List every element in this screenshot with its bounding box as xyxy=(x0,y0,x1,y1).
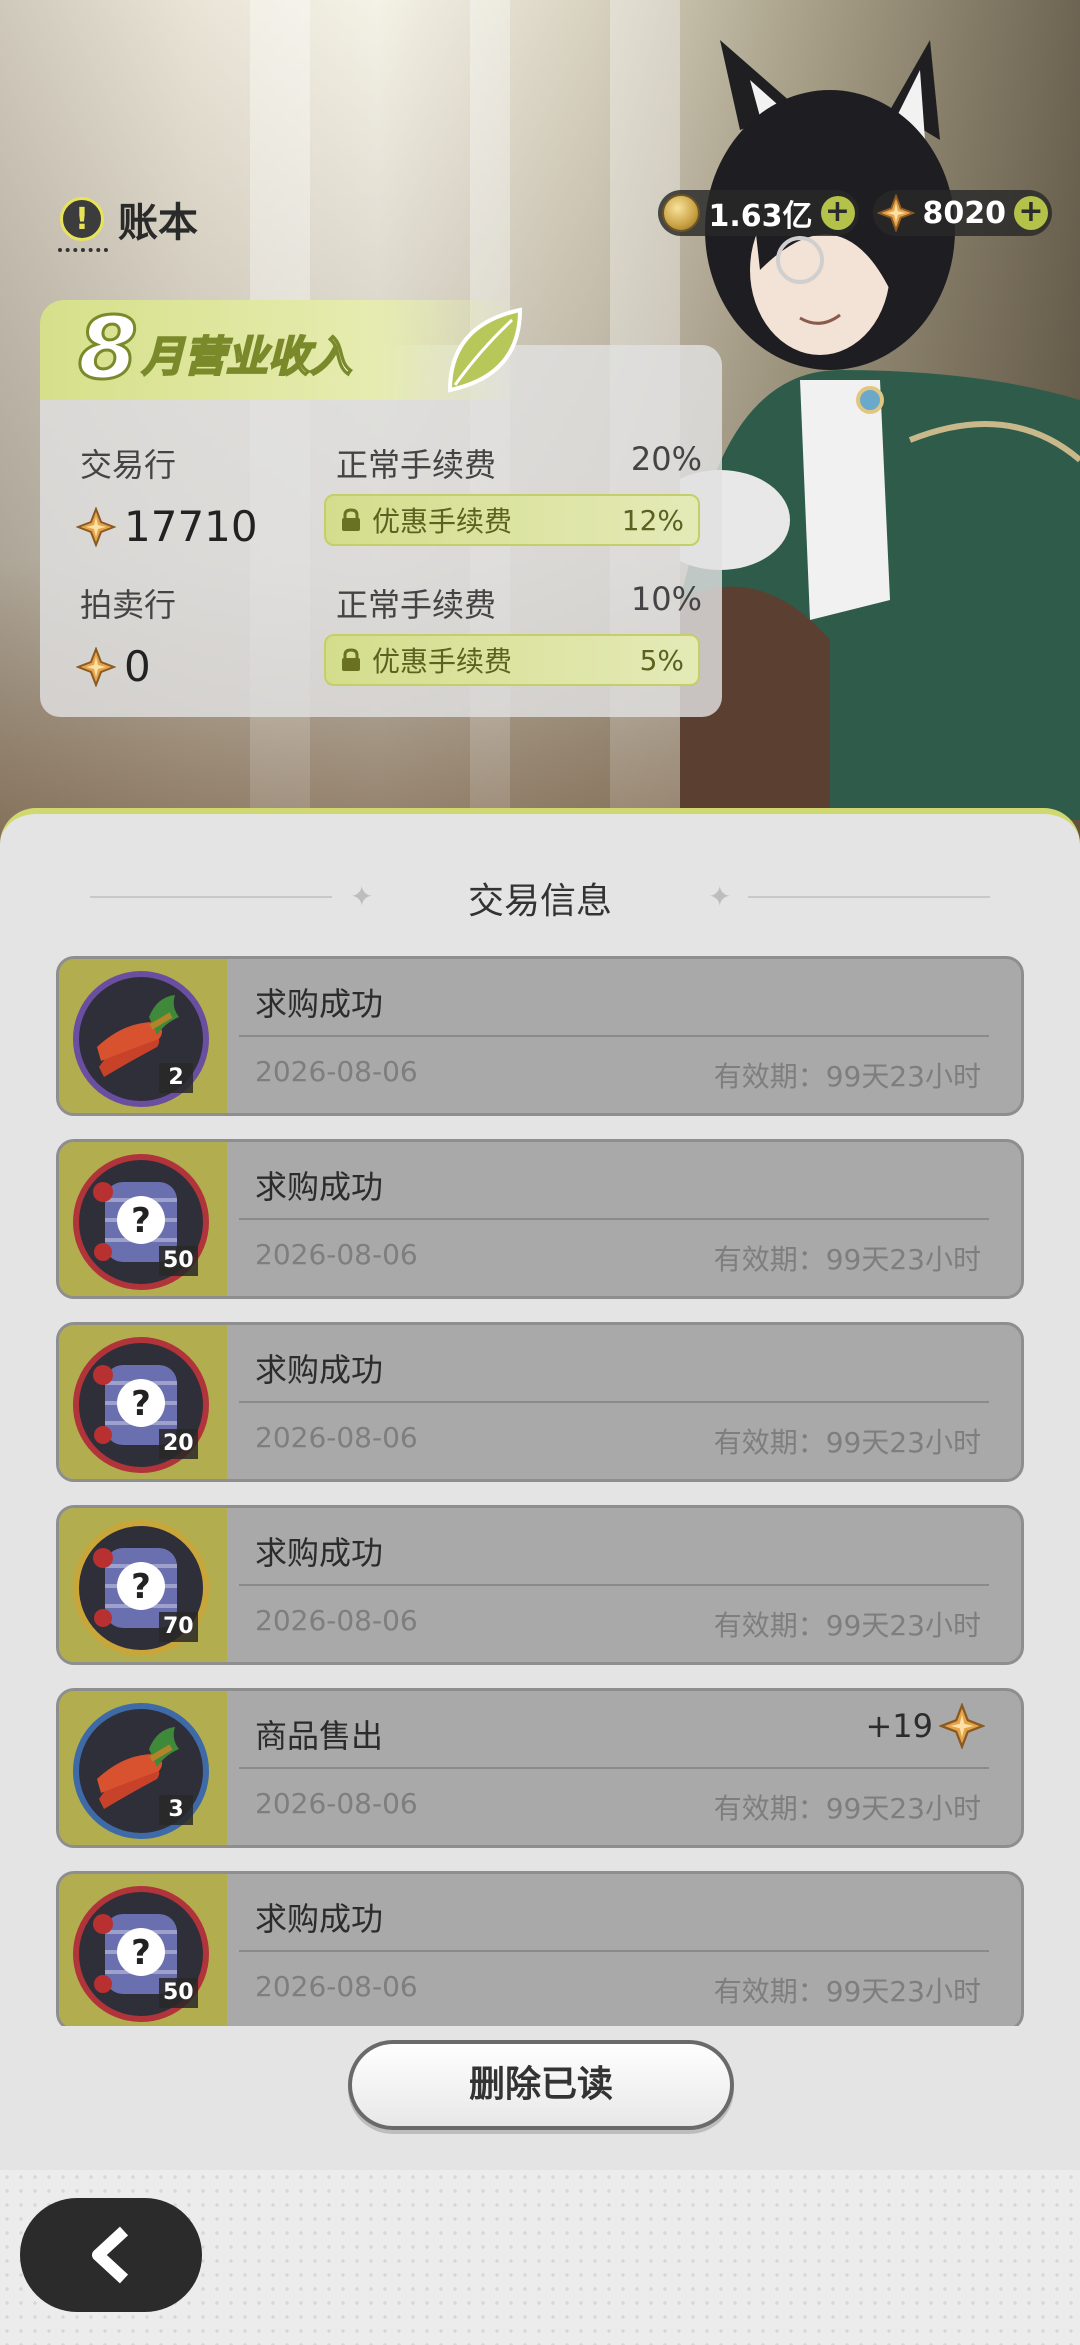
market-name: 拍卖行 xyxy=(80,586,177,624)
add-gold-button[interactable]: + xyxy=(820,196,855,230)
gem-amount: 8020 xyxy=(922,195,1007,231)
item-icon-area: 3 xyxy=(59,1691,227,1845)
discount-fee-value: 5% xyxy=(639,643,684,677)
item-date: 2026-08-06 xyxy=(255,1604,418,1637)
transaction-item-5[interactable]: 3 商品售出 2026-08-06 有效期：99天23小时 +19 xyxy=(56,1688,1024,1848)
item-count: 3 xyxy=(159,1795,193,1825)
item-expiry: 有效期：99天23小时 xyxy=(713,1792,981,1825)
item-date: 2026-08-06 xyxy=(255,1970,418,2003)
discount-fee-value: 12% xyxy=(621,503,684,537)
currency-bar: 1.63亿 + 8020 + xyxy=(658,190,1052,236)
gold-coin-icon xyxy=(662,194,701,232)
item-divider xyxy=(239,1401,989,1403)
transaction-item-1[interactable]: 2 求购成功 2026-08-06 有效期：99天23小时 xyxy=(56,956,1024,1116)
exclamation-icon: ! xyxy=(60,197,104,241)
gem-currency: 8020 + xyxy=(872,190,1052,236)
item-icon-area: ? 20 xyxy=(59,1325,227,1479)
item-reward: +19 xyxy=(865,1703,985,1749)
gold-currency: 1.63亿 + xyxy=(658,190,859,236)
reward-value: +19 xyxy=(865,1707,933,1745)
item-divider xyxy=(239,1584,989,1586)
svg-text:?: ? xyxy=(131,1384,151,1424)
item-expiry: 有效期：99天23小时 xyxy=(713,1609,981,1642)
item-divider xyxy=(239,1950,989,1952)
item-title: 求购成功 xyxy=(255,1351,384,1389)
chevron-left-icon xyxy=(92,2226,129,2284)
market-name: 交易行 xyxy=(80,446,177,484)
item-title: 求购成功 xyxy=(255,985,384,1023)
market-amount: 17710 xyxy=(76,502,258,551)
normal-fee-label: 正常手续费 xyxy=(336,446,497,484)
normal-fee-label: 正常手续费 xyxy=(336,586,497,624)
item-count: 50 xyxy=(159,1246,198,1276)
svg-text:?: ? xyxy=(131,1933,151,1973)
item-title: 商品售出 xyxy=(255,1717,384,1755)
transaction-item-4[interactable]: ? 70 求购成功 2026-08-06 有效期：99天23小时 xyxy=(56,1505,1024,1665)
page-header: ! 账本 xyxy=(60,190,198,248)
item-icon-area: ? 70 xyxy=(59,1508,227,1662)
lock-icon xyxy=(342,508,360,531)
item-expiry: 有效期：99天23小时 xyxy=(713,1243,981,1276)
sparkle-icon: ✦ xyxy=(708,880,732,913)
item-count: 20 xyxy=(159,1429,198,1459)
item-date: 2026-08-06 xyxy=(255,1055,418,1088)
back-button[interactable] xyxy=(20,2198,202,2312)
panel-title-row: ✦ 交易信息 ✦ xyxy=(0,866,1080,926)
panel-title: 交易信息 xyxy=(467,881,612,922)
transaction-item-6[interactable]: ? 50 求购成功 2026-08-06 有效期：99天23小时 xyxy=(56,1871,1024,2026)
star-gem-icon xyxy=(76,506,116,547)
delete-read-button[interactable]: 删除已读 xyxy=(348,2040,734,2130)
discount-fee-bar: 优惠手续费 5% xyxy=(324,634,700,686)
item-count: 70 xyxy=(159,1612,198,1642)
discount-fee-bar: 优惠手续费 12% xyxy=(324,494,700,546)
item-title: 求购成功 xyxy=(255,1900,384,1938)
normal-fee-value: 20% xyxy=(630,440,702,478)
normal-fee-value: 10% xyxy=(630,580,702,618)
discount-fee-label: 优惠手续费 xyxy=(372,505,513,538)
lock-icon xyxy=(342,648,360,671)
item-divider xyxy=(239,1767,989,1769)
gold-amount: 1.63亿 xyxy=(708,199,813,234)
month-label: 月营业收入 xyxy=(141,331,353,382)
transaction-item-2[interactable]: ? 50 求购成功 2026-08-06 有效期：99天23小时 xyxy=(56,1139,1024,1299)
item-date: 2026-08-06 xyxy=(255,1421,418,1454)
star-gem-icon xyxy=(876,194,915,232)
item-expiry: 有效期：99天23小时 xyxy=(713,1060,981,1093)
item-divider xyxy=(239,1035,989,1037)
discount-fee-label: 优惠手续费 xyxy=(372,645,513,678)
market-amount: 0 xyxy=(76,642,151,691)
item-icon-area: 2 xyxy=(59,959,227,1113)
item-divider xyxy=(239,1218,989,1220)
amount-value: 0 xyxy=(124,642,151,691)
item-expiry: 有效期：99天23小时 xyxy=(713,1426,981,1459)
transaction-panel: ✦ 交易信息 ✦ 2 求购成功 2026-08-06 有效期：99天23小时 ?… xyxy=(0,808,1080,2170)
item-count: 50 xyxy=(159,1978,198,2008)
title-decoration xyxy=(58,248,108,252)
item-title: 求购成功 xyxy=(255,1534,384,1572)
exchange-row: 交易行 17710 正常手续费 20% 优惠手续费 12% xyxy=(40,440,722,580)
amount-value: 17710 xyxy=(124,502,258,551)
item-title: 求购成功 xyxy=(255,1168,384,1206)
svg-text:?: ? xyxy=(131,1567,151,1607)
character-illustration xyxy=(680,40,1080,820)
star-gem-icon xyxy=(939,1703,985,1749)
auction-row: 拍卖行 0 正常手续费 10% 优惠手续费 5% xyxy=(40,580,722,720)
add-gem-button[interactable]: + xyxy=(1014,196,1048,230)
item-expiry: 有效期：99天23小时 xyxy=(713,1975,981,2008)
item-date: 2026-08-06 xyxy=(255,1238,418,1271)
page-title: 账本 xyxy=(118,200,198,246)
month-number: 8 xyxy=(77,299,140,399)
item-date: 2026-08-06 xyxy=(255,1787,418,1820)
leaf-icon xyxy=(447,307,523,393)
item-icon-area: ? 50 xyxy=(59,1142,227,1296)
transaction-item-3[interactable]: ? 20 求购成功 2026-08-06 有效期：99天23小时 xyxy=(56,1322,1024,1482)
item-icon-area: ? 50 xyxy=(59,1874,227,2026)
item-count: 2 xyxy=(159,1063,193,1093)
svg-text:?: ? xyxy=(131,1201,151,1241)
transaction-list[interactable]: 2 求购成功 2026-08-06 有效期：99天23小时 ? 50 求购成功 … xyxy=(56,956,1024,2026)
star-gem-icon xyxy=(76,646,116,687)
